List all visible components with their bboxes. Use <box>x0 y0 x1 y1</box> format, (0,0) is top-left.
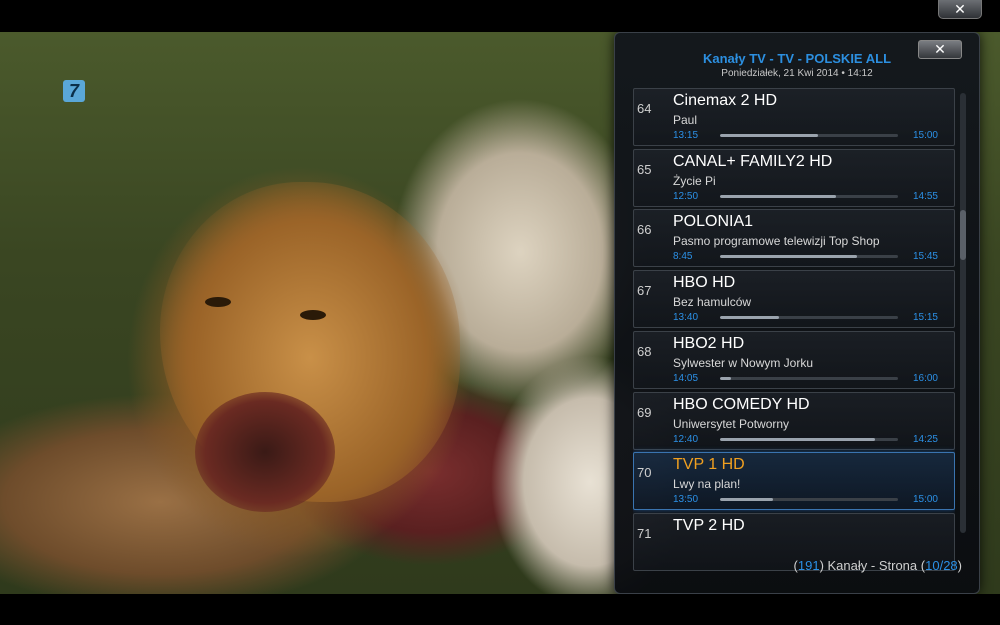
channel-number: 65 <box>637 161 652 177</box>
channel-name: Cinemax 2 HD <box>673 92 778 109</box>
program-progress-fill <box>720 498 774 502</box>
window-close-button[interactable]: ✕ <box>938 0 982 19</box>
page-current: 10 <box>925 558 940 573</box>
channel-row[interactable]: 65 CANAL+ FAMILY2 HD Życie Pi 12:50 14:55 <box>633 148 955 207</box>
scrollbar[interactable] <box>960 93 966 533</box>
program-start-time: 12:40 <box>673 433 699 445</box>
program-progress-fill <box>720 437 875 441</box>
channel-name: HBO2 HD <box>673 334 745 352</box>
program-title: Paul <box>673 113 698 127</box>
program-progress-fill <box>720 316 779 320</box>
program-progress-fill <box>720 255 858 259</box>
program-start-time: 12:50 <box>673 190 699 202</box>
program-end-time: 15:15 <box>912 312 938 324</box>
program-start-time: 13:40 <box>673 312 699 324</box>
channel-name: TVP 2 HD <box>673 516 745 534</box>
channel-row[interactable]: 69 HBO COMEDY HD Uniwersytet Potworny 12:40… <box>633 391 955 450</box>
program-progress-bar <box>720 194 898 198</box>
channel-row[interactable]: 64 Cinemax 2 HD Paul 13:15 15:00 <box>633 88 955 146</box>
program-end-time: 15:00 <box>912 494 938 506</box>
lion-muzzle <box>195 392 335 512</box>
program-title: Pasmo programowe telewizji Top Shop <box>673 234 880 249</box>
channel-list: 64 Cinemax 2 HD Paul 13:15 15:00 65 CANAL+ FAM… <box>633 88 955 571</box>
program-start-time: 13:15 <box>673 130 699 141</box>
program-progress-bar <box>720 255 898 259</box>
program-title: Sylwester w Nowym Jorku <box>673 355 814 370</box>
lion-eye-right <box>300 310 326 320</box>
panel-date: Poniedziałek, 21 Kwi 2014 • 14:12 <box>721 68 873 79</box>
channel-name: HBO HD <box>673 274 736 292</box>
program-end-time: 14:25 <box>912 433 938 445</box>
program-end-time: 15:45 <box>912 251 938 263</box>
program-progress-fill <box>720 134 818 137</box>
footer-info: (191) Kanały - Strona (10/28) <box>793 558 962 573</box>
program-title: Bez hamulców <box>673 295 752 310</box>
channel-number: 66 <box>637 222 652 238</box>
channel-count: 191 <box>797 558 820 573</box>
program-start-time: 13:50 <box>673 494 699 506</box>
channel-number: 64 <box>637 101 652 116</box>
program-title: Uniwersytet Potworny <box>673 416 790 431</box>
program-progress-bar <box>720 316 898 320</box>
channel-number: 70 <box>637 465 652 481</box>
channel-number: 71 <box>637 525 652 541</box>
program-progress-fill <box>720 194 836 198</box>
channels-word: Kanały <box>827 558 868 573</box>
program-progress-bar <box>720 134 898 137</box>
channel-number: 69 <box>637 404 652 420</box>
program-end-time: 16:00 <box>912 372 938 384</box>
channel-number: 67 <box>637 283 652 299</box>
program-title: Lwy na plan! <box>673 477 741 492</box>
program-start-time: 14:05 <box>673 372 699 384</box>
channel-name: HBO COMEDY HD <box>673 395 810 413</box>
channel-row[interactable]: 67 HBO HD Bez hamulców 13:40 15:15 <box>633 270 955 329</box>
scrollbar-thumb[interactable] <box>960 210 966 260</box>
channel-row[interactable]: 70 TVP 1 HD Lwy na plan! 13:50 15:00 <box>633 452 955 511</box>
channel-list-panel: ✕ Kanały TV - TV - POLSKIE ALL Poniedzia… <box>614 32 980 594</box>
page-word: Strona <box>878 558 918 573</box>
program-end-time: 15:00 <box>912 130 938 141</box>
panel-title: Kanały TV - TV - POLSKIE ALL <box>702 51 892 66</box>
channel-number: 68 <box>637 343 652 359</box>
lion-eye-left <box>205 297 231 307</box>
channel-row[interactable]: 68 HBO2 HD Sylwester w Nowym Jorku 14:05 16:… <box>633 330 955 389</box>
channel-name: POLONIA1 <box>673 213 754 231</box>
program-start-time: 8:45 <box>673 251 693 263</box>
channel-name: CANAL+ FAMILY2 HD <box>673 152 833 170</box>
program-progress-bar <box>720 498 898 502</box>
program-title: Życie Pi <box>673 173 716 188</box>
program-progress-bar <box>720 376 898 380</box>
channel-name: TVP 1 HD <box>673 456 745 474</box>
program-end-time: 14:55 <box>912 190 938 202</box>
program-progress-bar <box>720 437 898 441</box>
channel-logo: 7 <box>63 80 85 102</box>
program-progress-fill <box>720 376 731 380</box>
page-total: 28 <box>943 558 958 573</box>
channel-row[interactable]: 66 POLONIA1 Pasmo programowe telewizji Top… <box>633 209 955 268</box>
